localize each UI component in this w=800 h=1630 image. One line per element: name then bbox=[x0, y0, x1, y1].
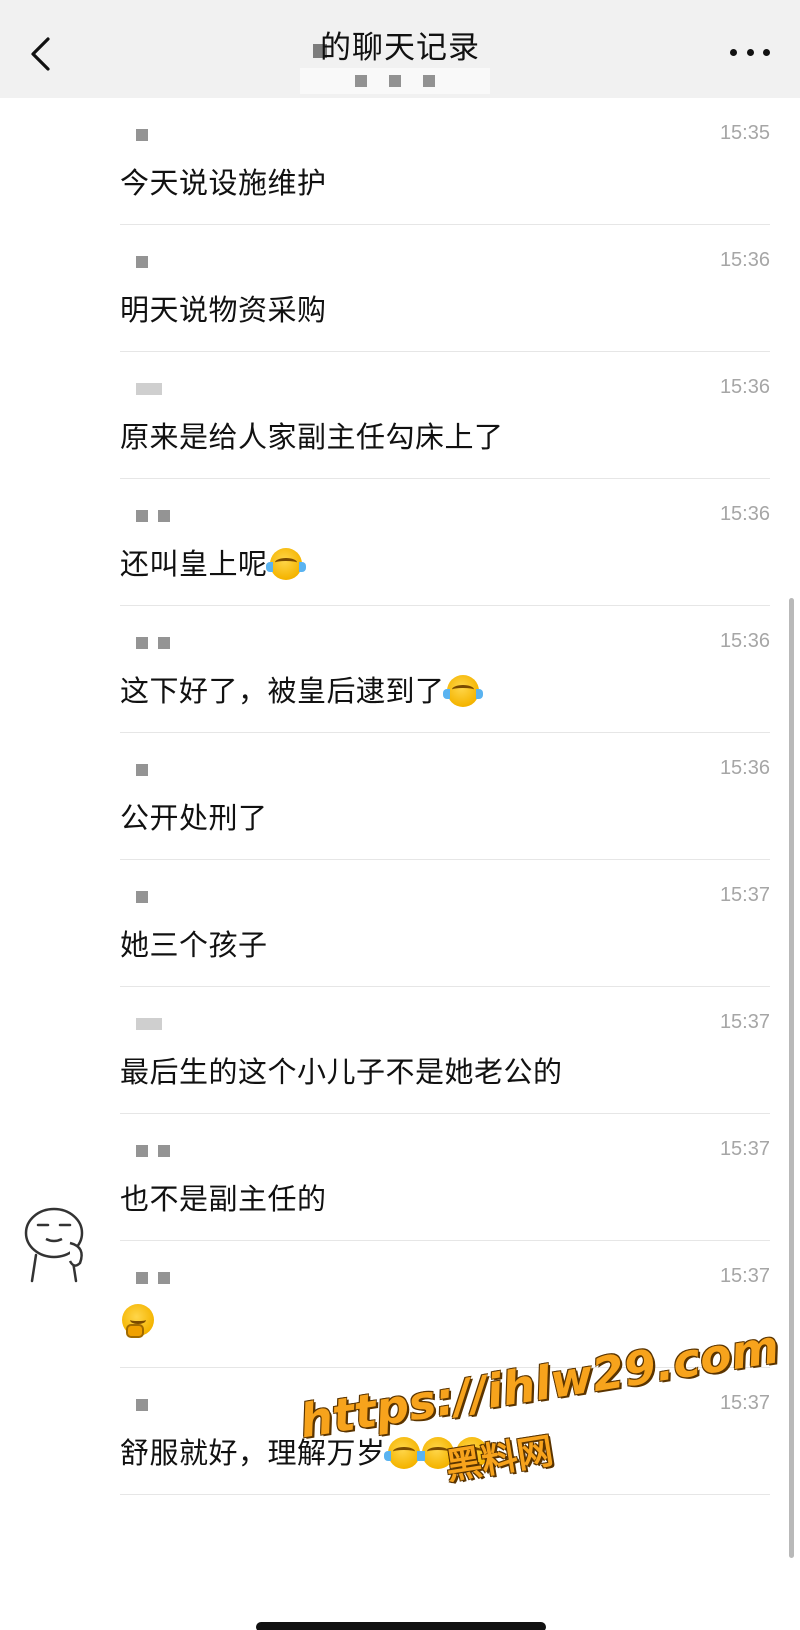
sender-name-redacted bbox=[136, 1017, 162, 1031]
message-text-wrap bbox=[120, 1303, 154, 1338]
redacted-subtitle bbox=[300, 68, 490, 94]
message-time: 15:37 bbox=[719, 1011, 770, 1033]
message-time: 15:36 bbox=[719, 503, 770, 525]
redacted-block bbox=[389, 75, 401, 87]
sender-name-redacted bbox=[136, 890, 148, 904]
more-dots-icon bbox=[730, 48, 737, 56]
sender-name-redacted bbox=[136, 128, 148, 142]
message-row[interactable]: 15:36 明天说物资采购 bbox=[120, 225, 770, 352]
message-row[interactable]: 15:35 今天说设施维护 bbox=[120, 98, 770, 225]
sender-name-redacted bbox=[136, 763, 148, 777]
thinking-emoji-icon bbox=[122, 1304, 154, 1338]
redacted-block bbox=[136, 1399, 148, 1411]
more-button[interactable] bbox=[730, 40, 770, 64]
redacted-block bbox=[136, 637, 148, 649]
laugh-cry-emoji-icon bbox=[442, 675, 483, 707]
sender-name-redacted bbox=[136, 636, 170, 650]
redacted-block bbox=[158, 1272, 170, 1284]
message-text-wrap: 公开处刑了 bbox=[120, 795, 268, 837]
message-text-wrap: 也不是副主任的 bbox=[120, 1176, 327, 1218]
sender-name-redacted bbox=[136, 509, 170, 523]
avatar[interactable] bbox=[14, 1203, 96, 1287]
message-row[interactable]: 15:36 公开处刑了 bbox=[120, 733, 770, 860]
more-dots-icon bbox=[763, 48, 770, 56]
redacted-block bbox=[158, 510, 170, 522]
message-time: 15:37 bbox=[719, 1138, 770, 1160]
message-time: 15:36 bbox=[719, 249, 770, 271]
message-time: 15:35 bbox=[719, 122, 770, 144]
message-text-wrap: 今天说设施维护 bbox=[120, 160, 327, 202]
message-row[interactable]: 15:36 原来是给人家副主任勾床上了 bbox=[120, 352, 770, 479]
page-title: 的聊天记录 bbox=[320, 30, 480, 66]
redacted-block bbox=[136, 510, 148, 522]
message-text: 这下好了，被皇后逮到了 bbox=[120, 674, 445, 708]
message-text-wrap: 这下好了，被皇后逮到了 bbox=[120, 668, 483, 710]
redacted-block bbox=[136, 1018, 162, 1030]
sender-name-redacted bbox=[136, 1271, 170, 1285]
home-indicator bbox=[256, 1622, 546, 1630]
message-text: 公开处刑了 bbox=[120, 801, 268, 835]
scrollbar[interactable] bbox=[789, 598, 794, 1558]
message-text: 今天说设施维护 bbox=[120, 166, 327, 200]
message-row[interactable]: 15:36 还叫皇上呢 bbox=[120, 479, 770, 606]
message-text-wrap: 还叫皇上呢 bbox=[120, 541, 306, 583]
message-row[interactable]: 15:36 这下好了，被皇后逮到了 bbox=[120, 606, 770, 733]
redacted-block bbox=[423, 75, 435, 87]
message-time: 15:37 bbox=[719, 884, 770, 906]
message-row[interactable]: 15:37 她三个孩子 bbox=[120, 860, 770, 987]
message-text: 也不是副主任的 bbox=[120, 1182, 327, 1216]
laugh-cry-emoji-icon bbox=[383, 1437, 424, 1469]
message-text: 最后生的这个小儿子不是她老公的 bbox=[120, 1055, 563, 1089]
message-text-wrap: 她三个孩子 bbox=[120, 922, 268, 964]
message-row[interactable]: 15:37 也不是副主任的 bbox=[120, 1114, 770, 1241]
redacted-block bbox=[136, 1272, 148, 1284]
nav-header: 的聊天记录 bbox=[0, 0, 800, 98]
sender-name-redacted bbox=[136, 1144, 170, 1158]
redacted-block bbox=[136, 383, 162, 395]
redacted-block bbox=[158, 1145, 170, 1157]
redacted-block bbox=[136, 891, 148, 903]
redacted-block bbox=[136, 129, 148, 141]
redacted-block bbox=[136, 256, 148, 268]
chat-history-page: 的聊天记录 15:35 今天说设施维护 15:36 明天说物资采购 15:36 原来是给人… bbox=[0, 0, 800, 1630]
message-text-wrap: 最后生的这个小儿子不是她老公的 bbox=[120, 1049, 563, 1091]
message-time: 15:36 bbox=[719, 630, 770, 652]
message-text-wrap: 明天说物资采购 bbox=[120, 287, 327, 329]
more-dots-icon bbox=[746, 48, 754, 56]
message-text: 还叫皇上呢 bbox=[120, 547, 268, 581]
message-text: 原来是给人家副主任勾床上了 bbox=[120, 420, 504, 454]
message-time: 15:36 bbox=[719, 376, 770, 398]
redacted-block bbox=[136, 1145, 148, 1157]
redacted-block bbox=[136, 764, 148, 776]
message-time: 15:37 bbox=[719, 1392, 770, 1414]
message-list[interactable]: 15:35 今天说设施维护 15:36 明天说物资采购 15:36 原来是给人家副主任勾床… bbox=[0, 98, 800, 1495]
message-time: 15:36 bbox=[719, 757, 770, 779]
laugh-cry-emoji-icon bbox=[265, 548, 306, 580]
redacted-block bbox=[355, 75, 367, 87]
message-text: 她三个孩子 bbox=[120, 928, 268, 962]
redacted-block bbox=[158, 637, 170, 649]
sender-name-redacted bbox=[136, 255, 148, 269]
sender-name-redacted bbox=[136, 382, 162, 396]
message-row[interactable]: 15:37 最后生的这个小儿子不是她老公的 bbox=[120, 987, 770, 1114]
sender-name-redacted bbox=[136, 1398, 148, 1412]
message-text: 明天说物资采购 bbox=[120, 293, 327, 327]
message-text-wrap: 原来是给人家副主任勾床上了 bbox=[120, 414, 504, 456]
message-time: 15:37 bbox=[719, 1265, 770, 1287]
